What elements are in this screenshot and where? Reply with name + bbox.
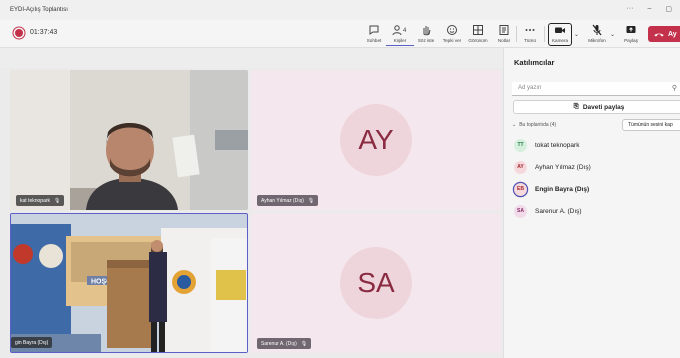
mic-icon: 🎙 bbox=[54, 197, 61, 204]
raise-hand-button[interactable]: Söz iste bbox=[412, 24, 440, 46]
mic-icon: 🎙 bbox=[300, 340, 308, 347]
video-tile-sarenur[interactable]: SA Sarenur A. (Dış) 🎙 bbox=[251, 213, 501, 353]
people-count-badge: 4 bbox=[403, 28, 407, 34]
tile-name-tag: Ayhan Yılmaz (Dış) 🎙 bbox=[257, 195, 319, 206]
avatar: SA bbox=[514, 204, 527, 218]
tile-name-tag: gin Bayra (Dış) bbox=[11, 337, 53, 348]
avatar: SA bbox=[340, 247, 412, 319]
chevron-down-icon: ⌄ bbox=[512, 122, 517, 128]
mic-muted-icon bbox=[592, 24, 602, 36]
people-icon: 4 bbox=[392, 25, 407, 36]
participant-row[interactable]: TT tokat teknopark bbox=[514, 136, 579, 154]
video-stage: kat teknopark 🎙 AY Ayhan Yılmaz (Dış) 🎙 … bbox=[0, 48, 503, 358]
share-button[interactable]: Paylaş bbox=[617, 24, 645, 46]
more-icon bbox=[525, 29, 535, 31]
search-icon: ⚲ bbox=[671, 85, 677, 92]
raise-hand-icon bbox=[423, 26, 431, 36]
avatar: TT bbox=[514, 138, 527, 152]
mic-options-chevron-icon[interactable]: ⌄ bbox=[610, 31, 615, 38]
microphone-button[interactable]: Mikrofon bbox=[583, 24, 611, 46]
camera-options-chevron-icon[interactable]: ⌄ bbox=[574, 31, 579, 38]
video-tile-ayhan-yilmaz[interactable]: AY Ayhan Yılmaz (Dış) 🎙 bbox=[251, 70, 501, 210]
mute-all-button[interactable]: Tümünün sesini kap bbox=[622, 119, 680, 131]
mic-icon: 🎙 bbox=[307, 197, 315, 204]
camera-button[interactable]: Kamera bbox=[546, 24, 574, 46]
participant-search-input[interactable]: Ad yazın ⚲ bbox=[512, 82, 680, 96]
share-invite-icon: ⎘ bbox=[573, 103, 579, 110]
avatar: EB bbox=[514, 182, 527, 196]
tile-name-tag: Sarenur A. (Dış) 🎙 bbox=[257, 338, 312, 349]
react-button[interactable]: Tepki ver bbox=[438, 24, 466, 46]
avatar: AY bbox=[514, 160, 527, 174]
view-icon bbox=[473, 25, 483, 35]
window-title: EYDI-Açılış Toplantısı bbox=[10, 7, 68, 13]
recording-indicator-icon bbox=[15, 29, 23, 37]
video-tile-engin-bayra[interactable]: HOŞGE gin Bayra (Dış) bbox=[10, 213, 248, 353]
share-icon bbox=[626, 26, 636, 33]
video-tile-tokat-teknopark[interactable]: kat teknopark 🎙 bbox=[10, 70, 248, 210]
camera-icon bbox=[555, 27, 565, 33]
hang-up-icon bbox=[654, 33, 664, 37]
panel-title: Katılımcılar bbox=[514, 58, 555, 67]
chat-icon bbox=[369, 25, 379, 35]
meeting-timer: 01:37:43 bbox=[30, 29, 58, 36]
notes-icon bbox=[499, 25, 509, 35]
participant-video bbox=[10, 70, 248, 210]
meeting-toolbar: 01:37:43 Sohbet 4 Kişiler Söz iste Tepki… bbox=[0, 20, 680, 48]
people-button[interactable]: 4 Kişiler bbox=[386, 24, 414, 46]
more-options-button[interactable]: ··· bbox=[626, 5, 633, 13]
participant-row[interactable]: EB Engin Bayra (Dış) bbox=[514, 180, 589, 198]
leave-button[interactable]: Ay bbox=[648, 26, 680, 42]
in-meeting-section-header[interactable]: ⌄ Bu toplantıda (4) bbox=[512, 122, 556, 128]
chat-button[interactable]: Sohbet bbox=[360, 24, 388, 46]
more-button[interactable]: Tümü bbox=[516, 24, 544, 46]
participant-video: HOŞGE bbox=[11, 214, 247, 352]
participants-panel: Katılımcılar Ad yazın ⚲ ⎘ Daveti paylaş … bbox=[503, 48, 680, 358]
participant-row[interactable]: SA Sarenur A. (Dış) bbox=[514, 202, 582, 220]
participant-row[interactable]: AY Ayhan Yılmaz (Dış) bbox=[514, 158, 591, 176]
title-bar: EYDI-Açılış Toplantısı ··· – ▢ bbox=[0, 0, 680, 20]
share-invite-button[interactable]: ⎘ Daveti paylaş bbox=[513, 100, 680, 114]
notes-button[interactable]: Notlar bbox=[490, 24, 518, 46]
react-icon bbox=[447, 25, 457, 35]
maximize-button[interactable]: ▢ bbox=[665, 5, 672, 13]
minimize-button[interactable]: – bbox=[647, 5, 651, 13]
view-button[interactable]: Görünüm bbox=[464, 24, 492, 46]
avatar: AY bbox=[340, 104, 412, 176]
tile-name-tag: kat teknopark 🎙 bbox=[16, 195, 65, 206]
